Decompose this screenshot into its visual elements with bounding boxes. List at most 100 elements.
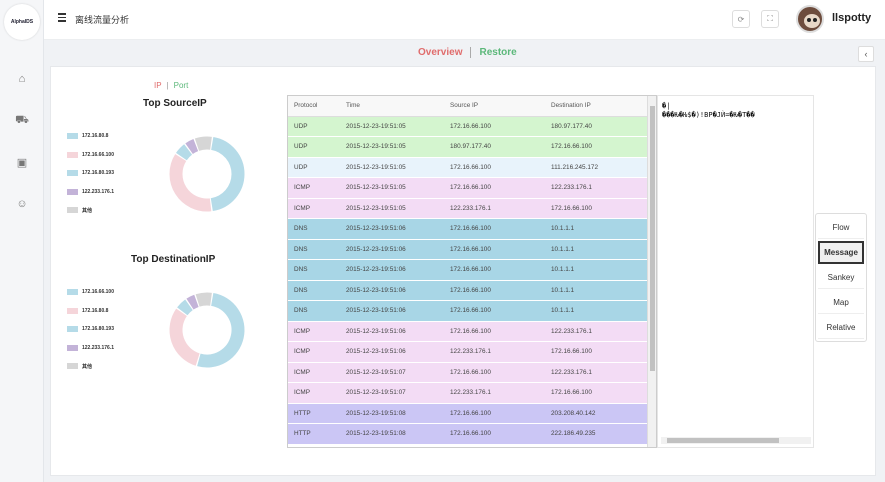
cell-protocol: DNS [288, 239, 340, 260]
view-menu: Flow Message Sankey Map Relative [815, 213, 867, 342]
menu-icon[interactable] [58, 13, 66, 22]
donut-slice[interactable] [195, 292, 212, 307]
cell-protocol: ICMP [288, 341, 340, 363]
cell-time: 2015-12-23-19:51:06 [340, 300, 444, 322]
message-scrollbar[interactable] [661, 437, 811, 444]
donut-slice[interactable] [186, 294, 199, 310]
avatar[interactable] [796, 5, 824, 33]
port-toggle[interactable]: Port [174, 81, 189, 90]
legend-label: 172.16.80.193 [82, 326, 114, 333]
table-row[interactable]: DNS 2015-12-23-19:51:06 172.16.66.100 10.1.… [288, 259, 648, 281]
refresh-button[interactable]: ⟳ [732, 10, 750, 28]
cell-destination-ip: 222.186.49.235 [545, 423, 648, 445]
tab-restore[interactable]: Restore [471, 47, 516, 58]
table-row[interactable]: DNS 2015-12-23-19:51:06 172.16.66.100 10.1.… [288, 239, 648, 260]
legend-item[interactable]: 172.16.80.8 [67, 302, 114, 321]
legend-item[interactable]: 122.233.176.1 [67, 183, 114, 202]
tab-overview[interactable]: Overview [418, 47, 472, 58]
donut-slice[interactable] [185, 139, 199, 155]
table-row[interactable]: HTTP 2015-12-23-19:51:08 172.16.66.100 222.… [288, 423, 648, 445]
view-menu-relative[interactable]: Relative [818, 316, 864, 339]
cell-time: 2015-12-23-19:51:06 [340, 239, 444, 260]
table-row[interactable]: ICMP 2015-12-23-19:51:07 172.16.66.100 122.… [288, 362, 648, 383]
dest-donut-chart [169, 292, 245, 368]
robot-icon[interactable]: ☺ [15, 197, 29, 211]
cell-protocol: HTTP [288, 403, 340, 424]
donut-slice[interactable] [176, 144, 193, 161]
legend-item[interactable]: 其他 [67, 357, 114, 376]
cell-source-ip: 122.233.176.1 [444, 382, 545, 404]
table-row[interactable]: UDP 2015-12-23-19:51:05 172.16.66.100 180.9… [288, 116, 648, 137]
table-row[interactable]: ICMP 2015-12-23-19:51:06 122.233.176.1 172.… [288, 341, 648, 363]
cell-source-ip: 172.16.66.100 [444, 177, 545, 199]
home-icon[interactable]: ⌂ [15, 72, 29, 86]
legend-label: 其他 [82, 207, 93, 214]
logo-text: AlphaIDS [10, 19, 34, 25]
table-row[interactable]: HTTP 2015-12-23-19:51:08 172.16.66.100 203.… [288, 403, 648, 424]
legend-swatch [67, 170, 78, 177]
table-row[interactable]: ICMP 2015-12-23-19:51:05 172.16.66.100 122.… [288, 177, 648, 199]
collapse-button[interactable]: ‹ [858, 46, 874, 62]
cart-icon[interactable]: ⛟ [15, 114, 29, 128]
view-menu-map[interactable]: Map [818, 291, 864, 314]
legend-item[interactable]: 172.16.80.193 [67, 164, 114, 183]
cell-time: 2015-12-23-19:51:05 [340, 157, 444, 178]
table-row[interactable]: ICMP 2015-12-23-19:51:07 122.233.176.1 172.… [288, 382, 648, 404]
cell-destination-ip: 111.216.245.172 [545, 157, 648, 178]
cell-time: 2015-12-23-19:51:06 [340, 259, 444, 281]
packet-table: Protocol Time Source IP Destination IP U… [287, 95, 657, 448]
table-row[interactable]: DNS 2015-12-23-19:51:06 172.16.66.100 10.1.… [288, 300, 648, 322]
table-row[interactable]: UDP 2015-12-23-19:51:05 180.97.177.40 172.1… [288, 136, 648, 158]
table-scrollbar[interactable] [647, 96, 656, 447]
box-icon[interactable]: ▣ [15, 155, 29, 169]
view-menu-message[interactable]: Message [818, 241, 864, 264]
table-row[interactable]: DNS 2015-12-23-19:51:06 172.16.66.100 10.1.… [288, 280, 648, 301]
legend-label: 172.16.80.193 [82, 170, 114, 177]
col-time[interactable]: Time [340, 96, 444, 117]
cell-source-ip: 122.233.176.1 [444, 198, 545, 219]
legend-item[interactable]: 122.233.176.1 [67, 339, 114, 358]
donut-slice[interactable] [210, 137, 245, 212]
donut-slice[interactable] [177, 299, 193, 316]
table-header-row: Protocol Time Source IP Destination IP [288, 96, 648, 117]
legend-item[interactable]: 172.16.80.193 [67, 320, 114, 339]
cell-destination-ip: 122.233.176.1 [545, 362, 648, 383]
cell-destination-ip: 10.1.1.1 [545, 280, 648, 301]
donut-slice[interactable] [169, 308, 200, 366]
cell-time: 2015-12-23-19:51:08 [340, 403, 444, 424]
app-logo[interactable]: AlphaIDS [4, 4, 40, 40]
col-destination-ip[interactable]: Destination IP [545, 96, 648, 117]
table-row[interactable]: UDP 2015-12-23-19:51:05 172.16.66.100 111.2… [288, 157, 648, 178]
message-panel: �| ���Ƕ�Ƕ$�)!BP�JЍ=�Ƕ�T�� [657, 95, 814, 448]
cell-time: 2015-12-23-19:51:06 [340, 341, 444, 363]
cell-time: 2015-12-23-19:51:07 [340, 382, 444, 404]
cell-protocol: ICMP [288, 362, 340, 383]
cell-destination-ip: 172.16.66.100 [545, 382, 648, 404]
cell-protocol: ICMP [288, 198, 340, 219]
cell-destination-ip: 10.1.1.1 [545, 259, 648, 281]
legend-item[interactable]: 172.16.66.100 [67, 146, 114, 165]
fullscreen-button[interactable]: ⛶ [761, 10, 779, 28]
donut-slice[interactable] [169, 154, 212, 212]
legend-item[interactable]: 172.16.66.100 [67, 283, 114, 302]
col-source-ip[interactable]: Source IP [444, 96, 545, 117]
cell-destination-ip: 10.1.1.1 [545, 218, 648, 240]
ip-toggle[interactable]: IP [154, 81, 162, 90]
table-row[interactable]: ICMP 2015-12-23-19:51:06 172.16.66.100 122.… [288, 321, 648, 342]
main-panel: IP | Port Top SourceIP 172.16.80.8 172.16.6… [50, 66, 876, 476]
view-menu-flow[interactable]: Flow [818, 216, 864, 239]
table-row[interactable]: DNS 2015-12-23-19:51:06 172.16.66.100 10.1.… [288, 218, 648, 240]
view-menu-sankey[interactable]: Sankey [818, 266, 864, 289]
donut-slice[interactable] [197, 293, 245, 368]
username[interactable]: llspotty [832, 12, 871, 24]
legend-item[interactable]: 其他 [67, 201, 114, 220]
cell-destination-ip: 203.208.40.142 [545, 403, 648, 424]
legend-label: 其他 [82, 363, 93, 370]
legend-item[interactable]: 172.16.80.8 [67, 127, 114, 146]
donut-slice[interactable] [194, 136, 212, 151]
col-protocol[interactable]: Protocol [288, 96, 340, 117]
view-tabs: Overview Restore [418, 47, 517, 58]
toggle-separator: | [166, 81, 169, 90]
table-row[interactable]: ICMP 2015-12-23-19:51:05 122.233.176.1 172.… [288, 198, 648, 219]
cell-source-ip: 122.233.176.1 [444, 341, 545, 363]
